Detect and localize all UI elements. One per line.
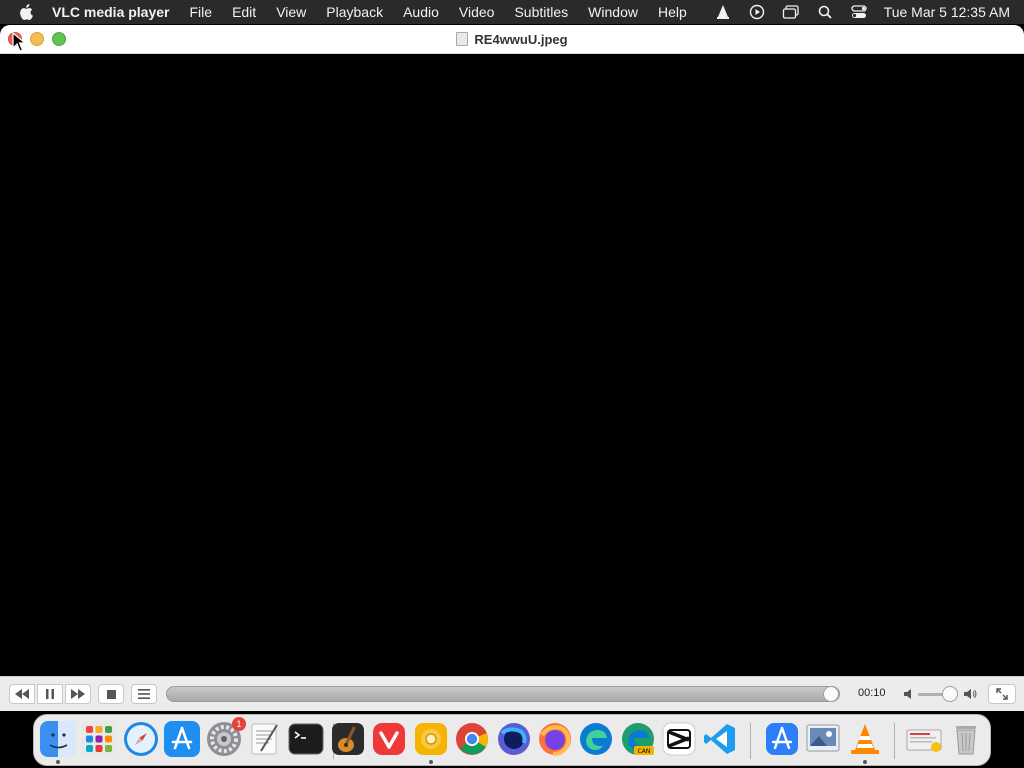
minimize-window-button[interactable] [30, 32, 44, 46]
system-settings-icon[interactable]: 1 [206, 717, 246, 757]
finder-running-indicator [56, 760, 60, 764]
edge-canary-label: CAN [638, 748, 651, 755]
window-title-text: RE4wwuU.jpeg [474, 31, 568, 47]
menu-audio[interactable]: Audio [393, 0, 449, 24]
dock-separator-folders [894, 723, 895, 759]
vscode-icon[interactable] [702, 721, 738, 757]
stop-button[interactable] [98, 684, 124, 704]
chrome-canary-icon[interactable] [413, 721, 449, 757]
vlc-cone-icon[interactable] [706, 0, 740, 24]
vlc-running-indicator [863, 760, 867, 764]
volume-max-icon[interactable] [964, 687, 978, 705]
video-display[interactable] [0, 54, 1024, 676]
seek-knob[interactable] [823, 686, 839, 702]
playlist-button[interactable] [131, 684, 157, 704]
rewind-button[interactable] [9, 684, 35, 704]
status-area: Tue Mar 5 12:35 AM [706, 0, 1024, 24]
launchpad-icon[interactable] [81, 721, 117, 757]
document-icon [456, 32, 469, 46]
menu-file[interactable]: File [180, 0, 223, 24]
safari-icon[interactable] [123, 721, 159, 757]
fullscreen-button[interactable] [988, 684, 1016, 704]
menu-edit[interactable]: Edit [222, 0, 266, 24]
search-icon[interactable] [808, 0, 842, 24]
chrome-canary-running-indicator [429, 760, 433, 764]
pause-button[interactable] [37, 684, 63, 704]
menu-window[interactable]: Window [578, 0, 648, 24]
xcode-simulator-icon[interactable] [764, 721, 800, 757]
preview-icon[interactable] [805, 721, 841, 757]
system-settings-badge: 1 [232, 717, 246, 731]
edge-icon[interactable] [578, 721, 614, 757]
zoom-window-button[interactable] [52, 32, 66, 46]
menu-subtitles[interactable]: Subtitles [504, 0, 578, 24]
menu-view[interactable]: View [266, 0, 316, 24]
downloads-folder-icon[interactable] [906, 721, 942, 757]
seek-bar[interactable] [166, 686, 840, 702]
playlist-icon [138, 689, 150, 699]
chrome-icon[interactable] [454, 721, 490, 757]
pause-icon [46, 689, 54, 699]
vivaldi-icon[interactable] [371, 721, 407, 757]
control-center-icon[interactable] [842, 0, 876, 24]
menu-app-name[interactable]: VLC media player [44, 0, 180, 24]
fast-forward-icon [71, 689, 85, 699]
dock: 1 CAN [33, 714, 991, 766]
menu-clock[interactable]: Tue Mar 5 12:35 AM [876, 4, 1010, 20]
finder-icon[interactable] [40, 721, 76, 757]
traffic-lights [0, 32, 66, 46]
window-titlebar[interactable]: RE4wwuU.jpeg [0, 25, 1024, 54]
mouse-pointer-icon [12, 31, 27, 52]
menu-playback[interactable]: Playback [316, 0, 393, 24]
menu-video[interactable]: Video [449, 0, 505, 24]
window-title: RE4wwuU.jpeg [0, 32, 1024, 47]
vlc-icon[interactable] [847, 721, 883, 757]
terminal-icon[interactable] [288, 721, 324, 757]
fast-forward-button[interactable] [65, 684, 91, 704]
firefox-nightly-icon[interactable] [496, 721, 532, 757]
window-stack-icon[interactable] [774, 0, 808, 24]
volume-knob[interactable] [942, 686, 958, 702]
app-store-icon[interactable] [164, 721, 200, 757]
volume-mute-icon[interactable] [904, 687, 914, 705]
fullscreen-icon [996, 688, 1008, 700]
rewind-icon [15, 689, 29, 699]
playback-controls: 00:10 [0, 676, 1024, 711]
dock-separator-apps [750, 723, 751, 759]
edge-canary-icon[interactable]: CAN [620, 721, 656, 757]
menu-help[interactable]: Help [648, 0, 697, 24]
vlc-window: RE4wwuU.jpeg 00:10 [0, 25, 1024, 711]
play-circle-icon[interactable] [740, 0, 774, 24]
trash-icon[interactable] [948, 721, 984, 757]
garageband-icon[interactable] [330, 721, 366, 757]
firefox-icon[interactable] [537, 721, 573, 757]
textedit-icon[interactable] [247, 721, 283, 757]
elapsed-time: 00:10 [858, 687, 886, 699]
capcut-icon[interactable] [661, 721, 697, 757]
stop-icon [106, 689, 116, 699]
apple-menu-icon[interactable] [18, 3, 34, 21]
menu-bar: VLC media player File Edit View Playback… [0, 0, 1024, 24]
